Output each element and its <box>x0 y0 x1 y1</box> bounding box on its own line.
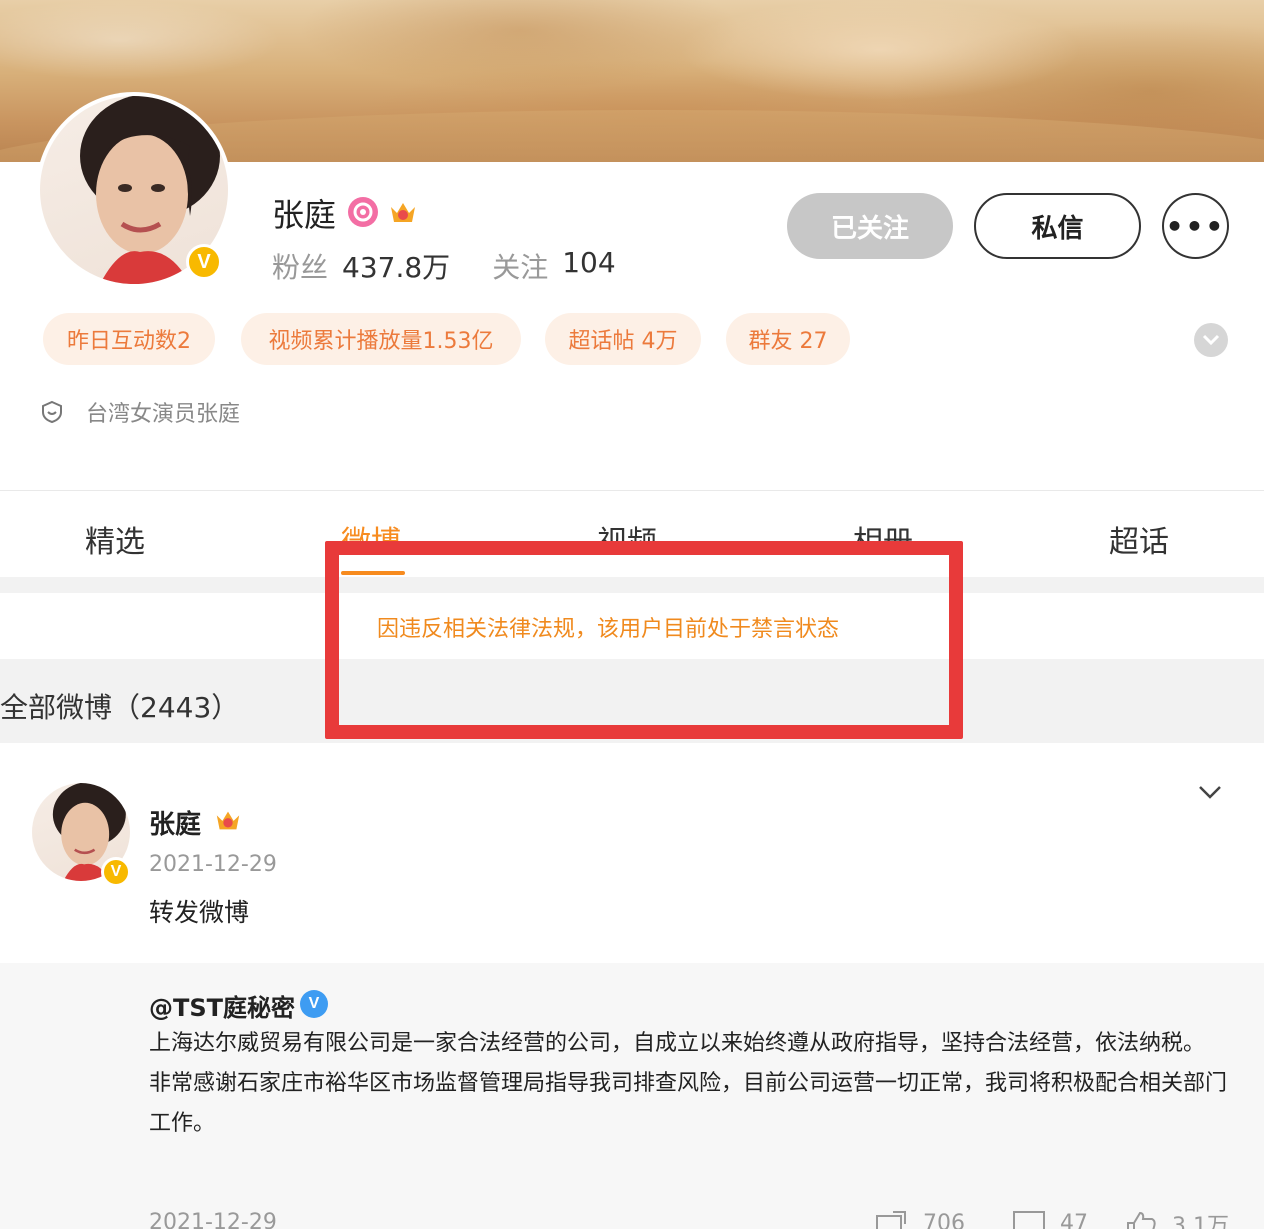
post-text: 转发微博 <box>149 898 250 927</box>
expand-chevron-icon[interactable] <box>1194 323 1228 357</box>
comment-count: 47 <box>1060 1210 1088 1229</box>
bio-text: 台湾女演员张庭 <box>86 402 241 427</box>
share-count: 706 <box>923 1210 965 1229</box>
followed-button[interactable]: 已关注 <box>787 193 953 259</box>
repost-user[interactable]: @TST庭秘密 <box>149 988 295 1023</box>
profile-avatar[interactable]: V <box>36 92 232 288</box>
verified-icon: V <box>186 244 222 280</box>
highlight-box <box>325 541 963 739</box>
thumbs-up-icon <box>1127 1211 1156 1229</box>
shield-icon <box>42 400 62 424</box>
like-action[interactable]: 3.1万 <box>1124 1208 1229 1229</box>
post-menu-chevron-icon[interactable] <box>1196 778 1224 806</box>
message-button[interactable]: 私信 <box>974 193 1141 259</box>
repost-paragraph-1: 上海达尔威贸易有限公司是一家合法经营的公司，自成立以来始终遵从政府指导，坚持合法… <box>149 1031 1206 1056</box>
post-author[interactable]: 张庭 <box>149 804 201 841</box>
post-crown-icon <box>214 806 242 834</box>
crown-icon[interactable] <box>388 197 418 227</box>
chip-interactions[interactable]: 昨日互动数2 <box>43 313 215 365</box>
comment-icon <box>1013 1211 1045 1229</box>
share-action[interactable]: 706 <box>875 1208 965 1229</box>
more-options-button[interactable]: ••• <box>1162 193 1229 259</box>
repost-date[interactable]: 2021-12-29 <box>149 1210 277 1229</box>
post-date[interactable]: 2021-12-29 <box>149 852 277 877</box>
chip-group-friends[interactable]: 群友 27 <box>726 313 850 365</box>
post-verified-icon: V <box>101 857 131 887</box>
chip-video-plays[interactable]: 视频累计播放量1.53亿 <box>241 313 521 365</box>
follow-label: 关注 <box>492 251 549 284</box>
repost-body: 上海达尔威贸易有限公司是一家合法经营的公司，自成立以来始终遵从政府指导，坚持合法… <box>149 1024 1239 1144</box>
comment-action[interactable]: 47 <box>1012 1208 1088 1229</box>
tab-supertopic[interactable]: 超话 <box>1109 517 1169 561</box>
tab-featured[interactable]: 精选 <box>85 517 145 561</box>
profile-bio: 台湾女演员张庭 <box>40 396 240 428</box>
all-posts-label[interactable]: 全部微博（2443） <box>0 686 239 726</box>
like-count: 3.1万 <box>1172 1214 1229 1229</box>
chip-supertopic-posts[interactable]: 超话帖 4万 <box>545 313 701 365</box>
follow-count[interactable]: 104 <box>562 246 615 286</box>
fans-count[interactable]: 437.8万 <box>342 246 450 286</box>
repost-paragraph-2: 非常感谢石家庄市裕华区市场监督管理局指导我司排查风险，目前公司运营一切正常，我司… <box>149 1071 1228 1136</box>
repost-verified-icon: V <box>300 990 328 1018</box>
member-icon[interactable] <box>348 197 378 227</box>
share-icon <box>876 1211 906 1229</box>
fans-label: 粉丝 <box>272 251 329 284</box>
profile-stats: 粉丝 437.8万 关注 104 <box>272 246 658 286</box>
profile-name: 张庭 <box>272 196 337 234</box>
